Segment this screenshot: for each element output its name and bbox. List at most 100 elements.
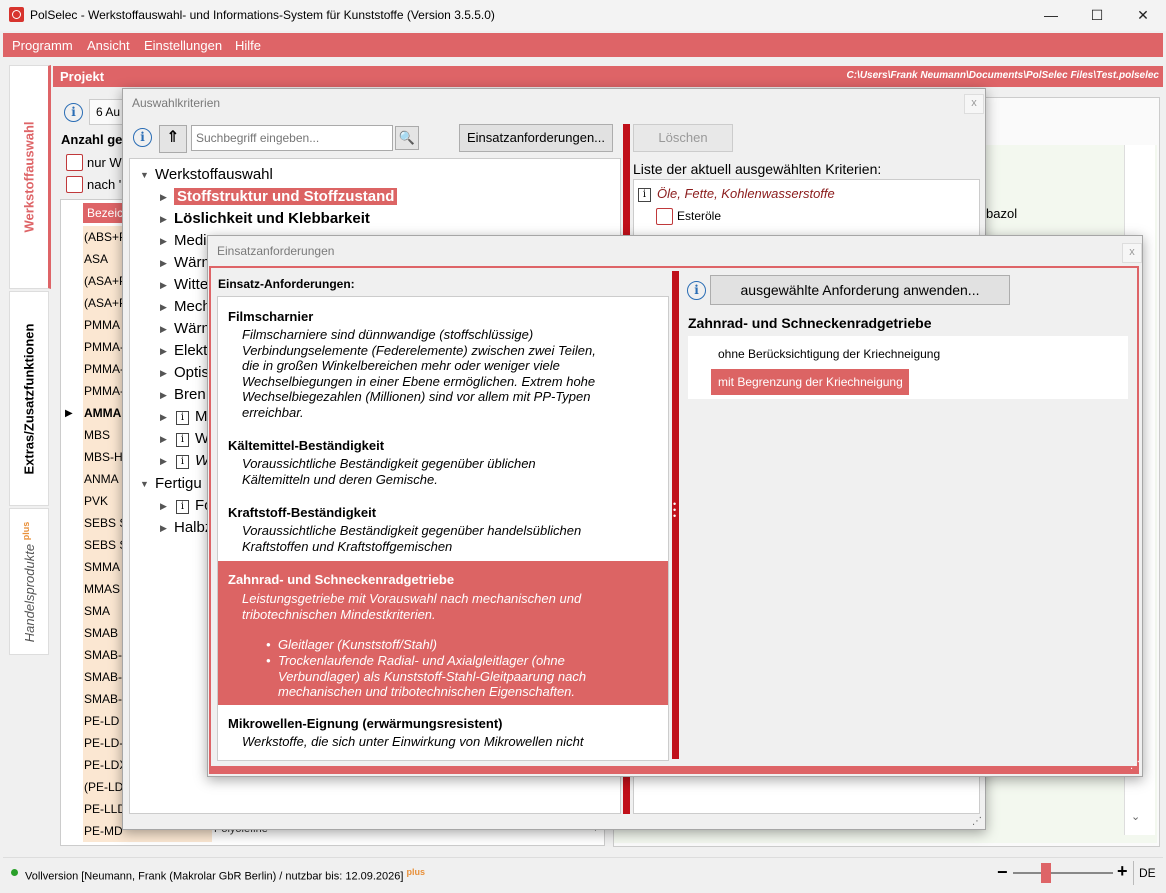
tree-info-icon: i	[176, 498, 189, 514]
minimize-button[interactable]: —	[1028, 0, 1074, 31]
list-item[interactable]: Kältemittel-Beständigkeit Voraussichtlic…	[228, 438, 658, 487]
tree-collapsed-icon[interactable]: ▶	[160, 258, 167, 269]
tree-expand-icon[interactable]: ▼	[140, 170, 149, 180]
tab-handelsprodukte[interactable]: Handelsprodukte plus	[9, 508, 49, 655]
tree-collapsed-icon[interactable]: ▶	[160, 434, 167, 445]
list-item[interactable]: Filmscharnier Filmscharniere sind dünnwa…	[228, 309, 658, 420]
option1-label: nur W	[87, 155, 122, 170]
list-item[interactable]: Kraftstoff-Beständigkeit Voraussichtlich…	[228, 505, 658, 554]
requirement-title: Zahnrad- und Schneckenradgetriebe	[228, 572, 455, 587]
maximize-button[interactable]: ☐	[1074, 0, 1120, 31]
tree-info-icon: i	[176, 453, 189, 469]
einsatz-info-icon[interactable]: i	[687, 281, 706, 300]
selected-group[interactable]: Öle, Fette, Kohlenwasserstoffe	[657, 186, 835, 201]
apply-requirement-button[interactable]: ausgewählte Anforderung anwenden...	[710, 275, 1010, 305]
tree-item[interactable]: Elektı	[174, 342, 212, 359]
option2-checkbox[interactable]	[66, 176, 83, 193]
esteroele-checkbox[interactable]	[656, 208, 673, 225]
tree-collapsed-icon[interactable]: ▶	[160, 192, 167, 203]
zoom-slider[interactable]	[1013, 872, 1113, 874]
detail-title: Zahnrad- und Schneckenradgetriebe	[688, 315, 932, 331]
tree-item[interactable]: Wärn	[174, 254, 210, 271]
tab-werkstoffauswahl[interactable]: Werkstoffauswahl	[9, 65, 51, 289]
loeschen-button[interactable]: Löschen	[633, 124, 733, 152]
tree-collapsed-icon[interactable]: ▶	[160, 456, 167, 467]
info-icon[interactable]: i	[64, 103, 83, 122]
einsatz-splitter[interactable]: • • •	[672, 271, 679, 759]
requirement-desc: Filmscharniere sind dünnwandige (stoffsc…	[242, 327, 596, 420]
tree-collapsed-icon[interactable]: ▶	[160, 368, 167, 379]
requirement-title: Mikrowellen-Eignung (erwärmungsresistent…	[228, 716, 503, 731]
requirement-title: Filmscharnier	[228, 309, 314, 324]
tree-collapsed-icon[interactable]: ▶	[160, 214, 167, 225]
tree-collapsed-icon[interactable]: ▶	[160, 501, 167, 512]
status-dot-icon	[11, 869, 18, 876]
tree-item[interactable]: Optis	[174, 364, 209, 381]
option-ohne-kriechneigung[interactable]: ohne Berücksichtigung der Kriechneigung	[718, 347, 940, 361]
tree-collapsed-icon[interactable]: ▶	[160, 390, 167, 401]
resize-grip-icon[interactable]: ⋰	[972, 816, 982, 827]
tree-collapsed-icon[interactable]: ▶	[160, 412, 167, 423]
auswahl-close-button[interactable]: x	[964, 94, 984, 114]
search-icon[interactable]: 🔍	[395, 126, 419, 150]
tab-extras[interactable]: Extras/Zusatzfunktionen	[9, 291, 49, 506]
tree-root-werkstoffauswahl[interactable]: Werkstoffauswahl	[155, 166, 273, 183]
menu-einstellungen[interactable]: Einstellungen	[144, 38, 222, 53]
language-indicator[interactable]: DE	[1139, 866, 1156, 880]
requirement-desc: Voraussichtliche Beständigkeit gegenüber…	[242, 456, 536, 487]
menu-bar: Programm Ansicht Einstellungen Hilfe	[3, 33, 1163, 57]
tree-expand-icon[interactable]: ▼	[140, 479, 149, 489]
zoom-out-button[interactable]: −	[997, 862, 1008, 883]
option-mit-kriechneigung[interactable]: mit Begrenzung der Kriechneigung	[711, 369, 909, 395]
menu-programm[interactable]: Programm	[12, 38, 73, 53]
tree-item[interactable]: Mech	[174, 298, 211, 315]
einsatz-close-button[interactable]: x	[1122, 243, 1142, 263]
tree-info-icon: i	[176, 409, 189, 425]
liste-label: Liste der aktuell ausgewählten Kriterien…	[633, 161, 882, 177]
vertical-tab-strip: Werkstoffauswahl Extras/Zusatzfunktionen…	[3, 63, 51, 853]
tree-item[interactable]: Witte	[174, 276, 208, 293]
scroll-down-chevron-icon[interactable]: ⌄	[1131, 810, 1140, 823]
close-button[interactable]: ✕	[1120, 0, 1166, 31]
tree-root-fertigung[interactable]: Fertigu	[155, 475, 202, 492]
zoom-in-button[interactable]: +	[1117, 861, 1128, 882]
requirement-desc: Voraussichtliche Beständigkeit gegenüber…	[242, 523, 582, 554]
collapse-all-icon[interactable]: ⇑	[159, 125, 187, 153]
einsatzanforderungen-dialog: Einsatzanforderungen x Einsatz-Anforderu…	[207, 235, 1143, 777]
resize-grip-icon[interactable]: ⋰	[1130, 760, 1140, 771]
tree-collapsed-icon[interactable]: ▶	[160, 280, 167, 291]
anzahl-label: Anzahl ge	[61, 132, 123, 147]
tree-item[interactable]: Brenı	[174, 386, 210, 403]
tree-collapsed-icon[interactable]: ▶	[160, 324, 167, 335]
auswahl-info-icon[interactable]: i	[133, 128, 152, 147]
tab-werkstoffauswahl-label: Werkstoffauswahl	[21, 121, 37, 233]
app-icon	[9, 7, 24, 22]
tree-collapsed-icon[interactable]: ▶	[160, 302, 167, 313]
tree-collapsed-icon[interactable]: ▶	[160, 346, 167, 357]
einsatzanforderungen-button[interactable]: Einsatzanforderungen...	[459, 124, 613, 152]
tree-item[interactable]: Stoffstruktur und Stoffzustand	[174, 188, 398, 205]
tree-collapsed-icon[interactable]: ▶	[160, 236, 167, 247]
row-pointer-icon: ▶	[65, 408, 73, 419]
search-input[interactable]	[191, 125, 393, 151]
zoom-slider-thumb[interactable]	[1041, 863, 1051, 883]
option1-checkbox[interactable]	[66, 154, 83, 171]
einsatz-header: Einsatz-Anforderungen:	[218, 277, 355, 291]
project-header: Projekt C:\Users\Frank Neumann\Documents…	[53, 66, 1163, 87]
tab-extras-label: Extras/Zusatzfunktionen	[21, 323, 37, 474]
auswahl-title: Auswahlkriterien	[132, 96, 221, 110]
window-title: PolSelec - Werkstoffauswahl- und Informa…	[30, 8, 495, 22]
einsatz-title: Einsatzanforderungen	[217, 244, 335, 258]
right-fragment: bazol	[986, 206, 1018, 221]
menu-hilfe[interactable]: Hilfe	[235, 38, 261, 53]
tree-item[interactable]: Medi	[174, 232, 207, 249]
tree-collapsed-icon[interactable]: ▶	[160, 523, 167, 534]
tree-item[interactable]: Wärn	[174, 320, 210, 337]
tree-info-icon: i	[176, 431, 189, 447]
list-item-selected[interactable]: Zahnrad- und Schneckenradgetriebe Leistu…	[218, 561, 668, 705]
tree-item[interactable]: M	[195, 408, 208, 425]
status-divider	[1133, 861, 1134, 885]
menu-ansicht[interactable]: Ansicht	[87, 38, 130, 53]
list-item[interactable]: Mikrowellen-Eignung (erwärmungsresistent…	[228, 716, 658, 750]
tree-item[interactable]: Löslichkeit und Klebbarkeit	[174, 210, 370, 227]
